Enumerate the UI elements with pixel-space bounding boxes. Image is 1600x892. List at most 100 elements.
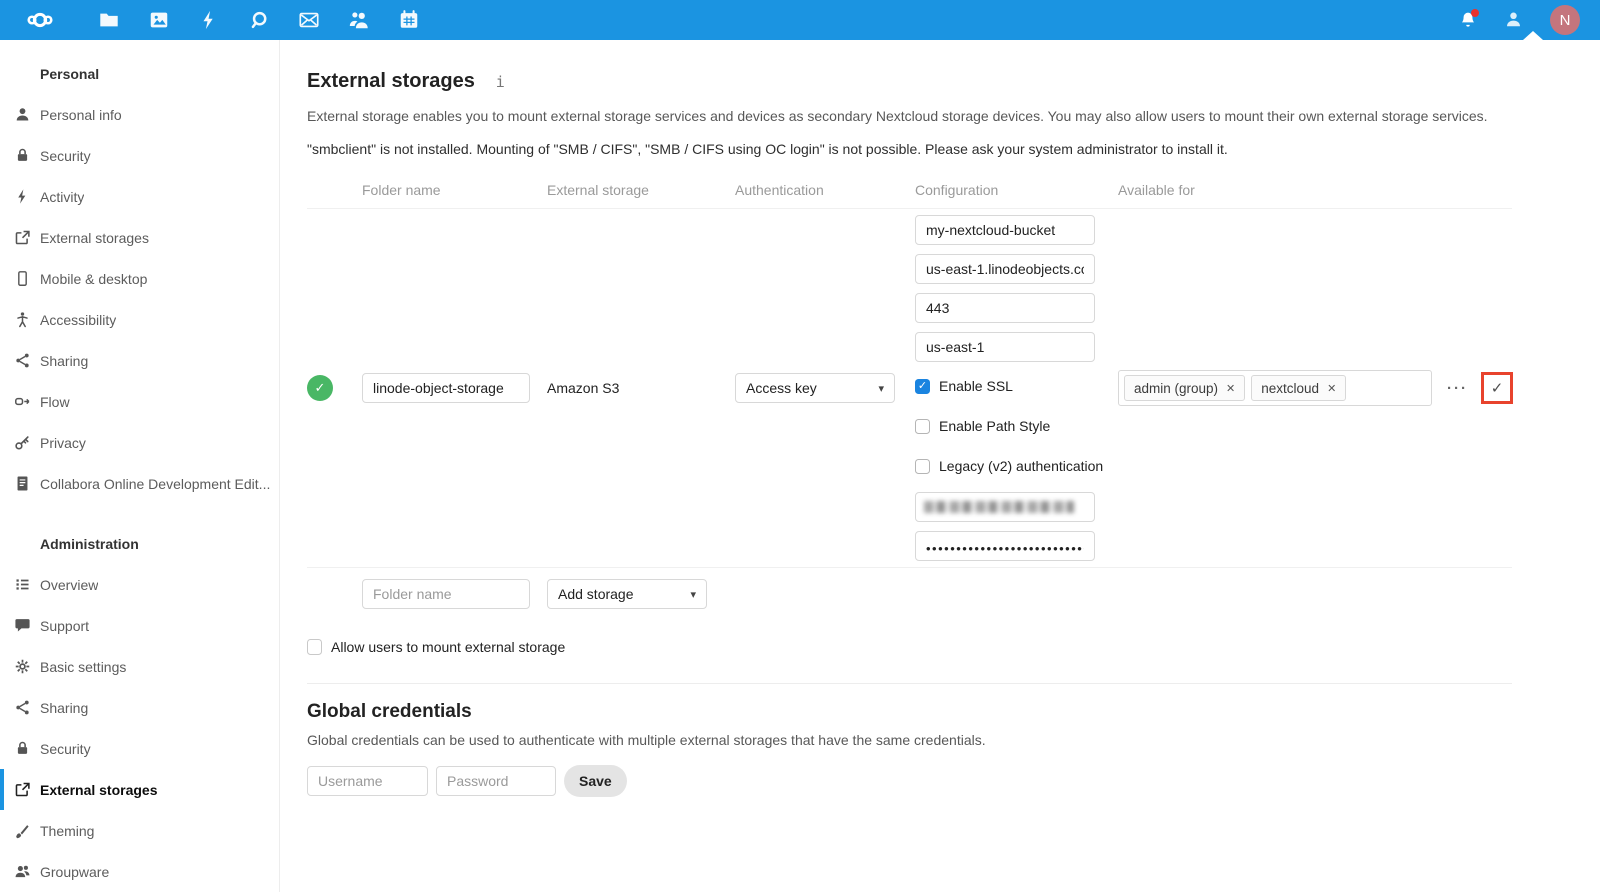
new-folder-name-input[interactable] [362,579,530,609]
hostname-input[interactable] [915,254,1095,284]
enable-ssl-checkbox[interactable]: ✓ [915,379,930,394]
storage-type-cell: Amazon S3 [547,380,735,396]
table-header-row: Folder name External storage Authenticat… [307,182,1512,209]
add-storage-select[interactable]: Add storage ▾ [547,579,707,609]
sidebar-item-overview[interactable]: Overview [0,564,279,605]
photos-icon[interactable] [148,9,170,31]
sidebar-item-support[interactable]: Support [0,605,279,646]
column-header-folder-name: Folder name [362,182,547,198]
external-storage-icon [14,229,31,246]
global-credentials-form: Save [307,765,1600,797]
sidebar-item-sharing-admin[interactable]: Sharing [0,687,279,728]
region-input[interactable] [915,332,1095,362]
notification-unread-dot [1471,9,1479,17]
configuration-cell: ✓ Enable SSL ✓ Enable Path Style ✓ Legac… [915,209,1118,567]
save-button[interactable]: Save [564,765,627,797]
share-icon [14,699,31,716]
authentication-cell: Access key ▾ [735,373,915,403]
page-title: External storages [307,70,475,93]
accessibility-icon [14,311,31,328]
document-icon [14,475,31,492]
files-icon[interactable] [98,9,120,31]
sidebar-item-collabora[interactable]: Collabora Online Development Edit... [0,463,279,504]
settings-menu-notch [1523,31,1543,40]
people-icon [14,863,31,880]
legacy-auth-checkbox[interactable]: ✓ [915,459,930,474]
contacts-menu-icon[interactable] [1504,10,1524,30]
calendar-icon[interactable] [398,9,420,31]
external-storages-table: Folder name External storage Authenticat… [307,182,1512,609]
mobile-icon [14,270,31,287]
password-field[interactable] [436,766,556,796]
chat-icon [14,617,31,634]
mail-icon[interactable] [298,9,320,31]
lock-icon [14,740,31,757]
new-folder-name-cell [362,579,547,609]
sidebar-item-sharing-personal[interactable]: Sharing [0,340,279,381]
add-storage-cell: Add storage ▾ [547,579,735,609]
gear-icon [14,658,31,675]
column-header-configuration: Configuration [915,182,1118,198]
save-storage-check-button[interactable]: ✓ [1481,372,1513,404]
authentication-select[interactable]: Access key ▾ [735,373,895,403]
notifications-bell-icon[interactable] [1458,10,1478,30]
info-icon[interactable]: i [496,73,505,91]
user-avatar[interactable]: N [1550,5,1580,35]
enable-path-style-checkbox[interactable]: ✓ [915,419,930,434]
allow-users-checkbox[interactable]: ✓ [307,639,322,655]
sidebar-item-theming[interactable]: Theming [0,810,279,851]
sidebar-item-security-personal[interactable]: Security [0,135,279,176]
global-credentials-title: Global credentials [307,701,1600,723]
sidebar-item-security-admin[interactable]: Security [0,728,279,769]
bolt-icon [14,188,31,205]
allow-users-row: ✓ Allow users to mount external storage [307,639,1600,655]
column-header-external-storage: External storage [547,182,735,198]
sidebar-item-accessibility[interactable]: Accessibility [0,299,279,340]
share-icon [14,352,31,369]
access-key-input-blurred[interactable] [915,492,1095,522]
storage-type-label: Amazon S3 [547,380,619,396]
sidebar-item-flow[interactable]: Flow [0,381,279,422]
sidebar-item-activity[interactable]: Activity [0,176,279,217]
row-options-ellipsis-icon[interactable]: ··· [1447,380,1468,397]
chip-remove-icon[interactable]: ✕ [1327,382,1336,395]
folder-name-input[interactable] [362,373,530,403]
bucket-input[interactable] [915,215,1095,245]
section-divider [307,683,1512,684]
available-for-multiselect[interactable]: admin (group)✕ nextcloud✕ [1118,370,1432,406]
sidebar-section-personal: Personal [40,64,279,84]
nextcloud-logo-icon[interactable] [16,7,64,33]
port-input[interactable] [915,293,1095,323]
sidebar-item-groupware[interactable]: Groupware [0,851,279,892]
global-credentials-description: Global credentials can be used to authen… [307,732,1600,748]
legacy-auth-label: Legacy (v2) authentication [939,458,1103,474]
available-for-cell: admin (group)✕ nextcloud✕ ··· ✓ [1118,370,1513,406]
sidebar-item-privacy[interactable]: Privacy [0,422,279,463]
storage-status-ok-icon: ✓ [307,375,333,401]
available-for-chip: admin (group)✕ [1124,375,1245,401]
search-icon[interactable] [248,9,270,31]
add-storage-row: Add storage ▾ [307,579,1512,609]
app-launcher [98,9,420,31]
storage-status-cell: ✓ [307,375,362,401]
sidebar-item-external-storages-personal[interactable]: External storages [0,217,279,258]
sidebar-item-basic-settings[interactable]: Basic settings [0,646,279,687]
top-navigation-bar: N [0,0,1600,40]
secret-key-input[interactable] [915,531,1095,561]
sidebar-item-mobile-desktop[interactable]: Mobile & desktop [0,258,279,299]
allow-users-label: Allow users to mount external storage [331,639,565,655]
enable-path-style-row: ✓ Enable Path Style [915,418,1118,434]
enable-ssl-label: Enable SSL [939,378,1013,394]
folder-name-cell [362,373,547,403]
sidebar-item-personal-info[interactable]: Personal info [0,94,279,135]
sidebar-item-external-storages-admin[interactable]: External storages [0,769,279,810]
available-for-chip: nextcloud✕ [1251,375,1346,401]
username-field[interactable] [307,766,428,796]
external-storage-icon [14,781,31,798]
brush-icon [14,822,31,839]
activity-icon[interactable] [198,9,220,31]
blurred-access-key-value [924,501,1074,513]
chip-remove-icon[interactable]: ✕ [1226,382,1235,395]
sidebar-section-administration: Administration [40,534,279,554]
contacts-icon[interactable] [348,9,370,31]
